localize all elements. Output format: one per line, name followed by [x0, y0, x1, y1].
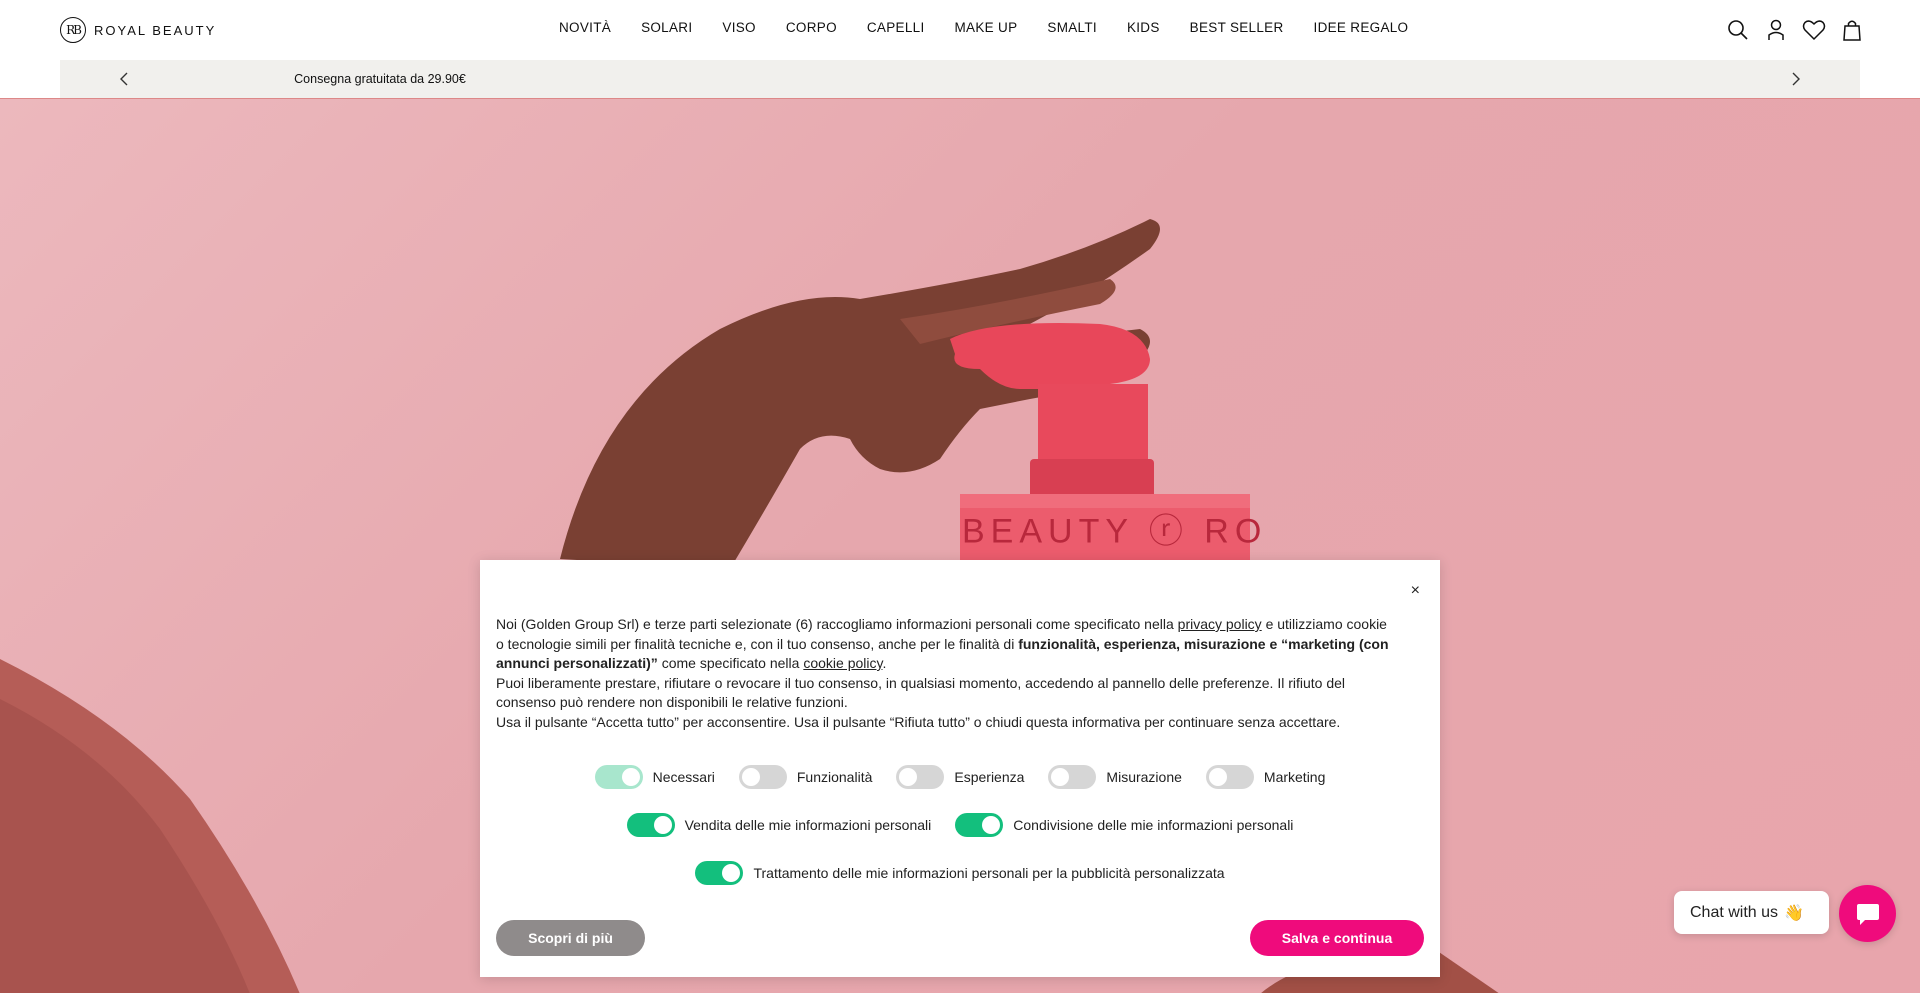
toggles-row-2: Vendita delle mie informazioni personali… — [480, 813, 1440, 837]
cookie-paragraph-3: Usa il pulsante “Accetta tutto” per acco… — [496, 713, 1341, 730]
main-nav: NOVITÀ SOLARI VISO CORPO CAPELLI MAKE UP… — [559, 20, 1438, 35]
toggle-funzionalita: Funzionalità — [738, 765, 873, 789]
nav-item-corpo[interactable]: CORPO — [786, 20, 837, 35]
user-icon[interactable] — [1764, 18, 1788, 42]
vendita-switch[interactable] — [626, 813, 675, 837]
toggle-label: Condivisione delle mie informazioni pers… — [1013, 817, 1294, 833]
nav-item-kids[interactable]: KIDS — [1127, 20, 1160, 35]
toggles-row-3: Trattamento delle mie informazioni perso… — [480, 861, 1440, 885]
nav-item-novita[interactable]: NOVITÀ — [559, 20, 611, 35]
toggle-label: Vendita delle mie informazioni personali — [684, 817, 932, 833]
chat-icon — [1856, 903, 1879, 925]
misurazione-switch[interactable] — [1048, 765, 1097, 789]
nav-item-idee-regalo[interactable]: IDEE REGALO — [1314, 20, 1409, 35]
cookie-consent-dialog: × Noi (Golden Group Srl) e terze parti s… — [480, 560, 1440, 977]
search-icon[interactable] — [1726, 18, 1750, 42]
heart-icon[interactable] — [1802, 18, 1826, 42]
cookie-text: Noi (Golden Group Srl) e terze parti sel… — [496, 615, 1396, 732]
cookie-paragraph-1: Noi (Golden Group Srl) e terze parti sel… — [496, 615, 1396, 674]
toggle-label: Trattamento delle mie informazioni perso… — [753, 865, 1225, 881]
toggle-esperienza: Esperienza — [896, 765, 1024, 789]
toggle-label: Necessari — [652, 769, 715, 785]
nav-item-capelli[interactable]: CAPELLI — [867, 20, 925, 35]
chat-button[interactable] — [1839, 885, 1896, 942]
toggles-row-1: Necessari Funzionalità Esperienza Misura… — [480, 765, 1440, 789]
promo-bar: Consegna gratuitata da 29.90€ — [60, 60, 1860, 98]
promo-text: Consegna gratuitata da 29.90€ — [294, 72, 466, 86]
necessari-switch — [594, 765, 643, 789]
bottle-label: BEAUTY ⓡ RO — [962, 513, 1267, 551]
esperienza-switch[interactable] — [896, 765, 945, 789]
trattamento-switch[interactable] — [695, 861, 744, 885]
cookie-p1-d: . — [882, 655, 887, 671]
close-icon[interactable]: × — [1411, 582, 1420, 600]
cookie-policy-link[interactable]: cookie policy — [803, 655, 882, 671]
toggle-label: Esperienza — [954, 769, 1025, 785]
site-header: RB ROYAL BEAUTY NOVITÀ SOLARI VISO CORPO… — [0, 0, 1920, 60]
header-icons — [1726, 18, 1864, 42]
privacy-policy-link[interactable]: privacy policy — [1178, 616, 1262, 632]
bag-icon[interactable] — [1840, 18, 1864, 42]
learn-more-button[interactable]: Scopri di più — [496, 920, 645, 956]
logo[interactable]: RB ROYAL BEAUTY — [60, 17, 216, 43]
nav-item-viso[interactable]: VISO — [722, 20, 755, 35]
toggle-label: Funzionalità — [796, 769, 873, 785]
toggle-trattamento: Trattamento delle mie informazioni perso… — [695, 861, 1225, 885]
chat-bubble[interactable]: Chat with us 👋 — [1674, 891, 1829, 934]
toggle-misurazione: Misurazione — [1048, 765, 1182, 789]
cookie-paragraph-2: Puoi liberamente prestare, rifiutare o r… — [496, 674, 1346, 711]
cookie-p1-c: come specificato nella — [657, 655, 804, 671]
nav-item-best-seller[interactable]: BEST SELLER — [1190, 20, 1284, 35]
toggle-necessari: Necessari — [594, 765, 715, 789]
marketing-switch[interactable] — [1205, 765, 1254, 789]
waving-hand-icon: 👋 — [1784, 904, 1804, 922]
nav-item-solari[interactable]: SOLARI — [641, 20, 692, 35]
cookie-p1-a: Noi (Golden Group Srl) e terze parti sel… — [496, 616, 1178, 632]
chevron-right-icon[interactable] — [1787, 70, 1805, 88]
funzionalita-switch[interactable] — [738, 765, 787, 789]
nav-item-make-up[interactable]: MAKE UP — [955, 20, 1018, 35]
logo-text: ROYAL BEAUTY — [94, 22, 217, 38]
condivisione-switch[interactable] — [955, 813, 1004, 837]
nav-item-smalti[interactable]: SMALTI — [1047, 20, 1097, 35]
logo-monogram: RB — [60, 17, 86, 43]
save-continue-button[interactable]: Salva e continua — [1250, 920, 1424, 956]
toggle-marketing: Marketing — [1205, 765, 1326, 789]
toggle-vendita: Vendita delle mie informazioni personali — [626, 813, 932, 837]
toggle-condivisione: Condivisione delle mie informazioni pers… — [955, 813, 1293, 837]
toggle-label: Misurazione — [1106, 769, 1182, 785]
chat-label: Chat with us — [1690, 903, 1779, 921]
toggle-label: Marketing — [1263, 769, 1326, 785]
